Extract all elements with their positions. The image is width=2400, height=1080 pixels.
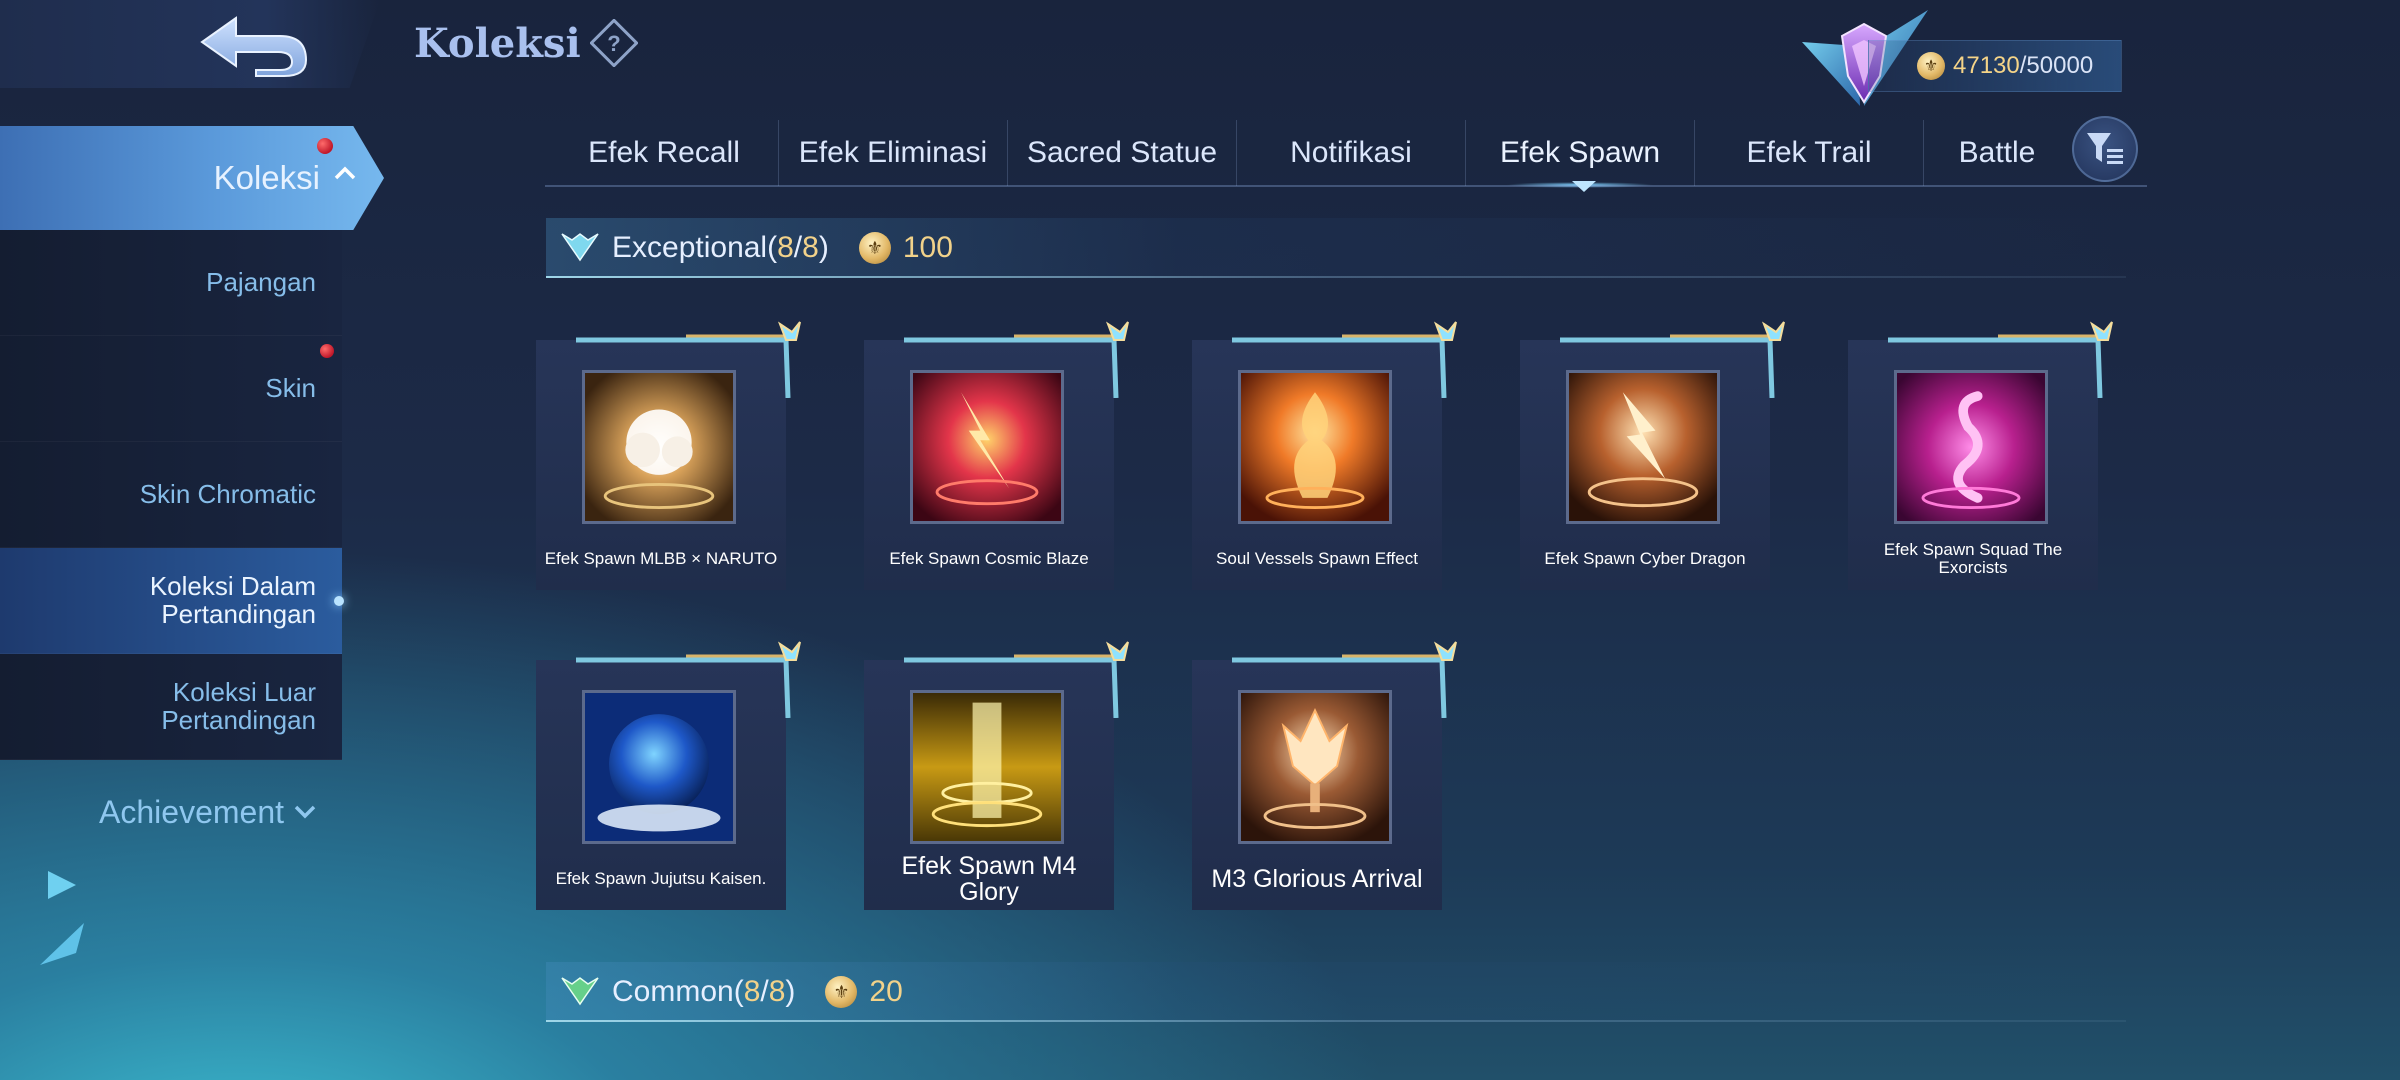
section-count-owned: 8 bbox=[777, 231, 794, 264]
page-title: Koleksi bbox=[414, 20, 581, 67]
spawn-effect-card[interactable]: Efek Spawn M4 Glory bbox=[864, 641, 1129, 910]
decorative-triangles bbox=[40, 871, 84, 965]
notification-dot bbox=[320, 344, 334, 358]
sidebar-item-label: Koleksi Luar Pertandingan bbox=[161, 677, 316, 735]
section-count-open: ( bbox=[733, 975, 744, 1008]
item-thumbnail bbox=[1894, 370, 2048, 524]
item-thumbnail bbox=[582, 690, 736, 844]
item-thumbnail bbox=[582, 370, 736, 524]
tab-battle[interactable]: Battle bbox=[1924, 120, 2070, 186]
collection-points-display: ⚜ 47130/50000 bbox=[1868, 40, 2122, 92]
section-count-sep: / bbox=[793, 231, 803, 264]
item-label: Efek Spawn Cyber Dragon bbox=[1544, 549, 1746, 569]
sidebar-item-pajangan[interactable]: Pajangan bbox=[0, 230, 342, 336]
sidebar-item-label: Skin Chromatic bbox=[139, 478, 316, 509]
points-current: 47130 bbox=[1953, 52, 2020, 79]
filter-icon bbox=[2087, 133, 2123, 164]
item-label: Efek Spawn Cosmic Blaze bbox=[889, 549, 1089, 569]
item-thumbnail bbox=[1238, 370, 1392, 524]
spawn-effect-card[interactable]: Efek Spawn Jujutsu Kaisen. bbox=[536, 641, 801, 910]
notification-dot bbox=[317, 138, 333, 154]
category-tabs: Efek Recall Efek Eliminasi Sacred Statue… bbox=[550, 120, 2150, 188]
exceptional-tier-icon bbox=[561, 233, 599, 262]
sidebar-item-koleksi[interactable]: Koleksi bbox=[0, 126, 384, 230]
section-count-total: 8 bbox=[768, 975, 786, 1008]
sidebar-item-achievement[interactable]: Achievement bbox=[0, 760, 342, 864]
item-label: M3 Glorious Arrival bbox=[1211, 864, 1423, 893]
filter-button[interactable] bbox=[2072, 116, 2138, 182]
section-title: Common bbox=[612, 975, 734, 1008]
item-label: Soul Vessels Spawn Effect bbox=[1216, 549, 1418, 569]
sidebar: Koleksi Pajangan Skin Skin Chromatic Kol… bbox=[0, 126, 384, 864]
sidebar-item-label: Koleksi Dalam Pertandingan bbox=[149, 571, 316, 629]
tab-sacred-statue[interactable]: Sacred Statue bbox=[1008, 120, 1237, 186]
back-arrow-icon[interactable] bbox=[196, 12, 312, 78]
sidebar-item-label: Skin bbox=[265, 372, 316, 403]
spawn-effect-card[interactable]: Efek Spawn Cosmic Blaze bbox=[864, 321, 1129, 590]
chevron-up-icon bbox=[334, 166, 356, 180]
spawn-effect-card[interactable]: M3 Glorious Arrival bbox=[1192, 641, 1457, 910]
sidebar-active-label: Koleksi bbox=[213, 159, 320, 196]
spawn-effect-card[interactable]: Efek Spawn Squad The Exorcists bbox=[1848, 321, 2113, 590]
tab-efek-recall[interactable]: Efek Recall bbox=[550, 120, 779, 186]
section-count-sep: / bbox=[760, 975, 769, 1008]
item-thumbnail bbox=[910, 690, 1064, 844]
section-count-owned: 8 bbox=[743, 975, 761, 1008]
item-thumbnail bbox=[1566, 370, 1720, 524]
tabs-divider bbox=[545, 185, 2147, 187]
spawn-effect-card[interactable]: Efek Spawn MLBB × NARUTO bbox=[536, 321, 801, 590]
section-points: 20 bbox=[869, 975, 903, 1008]
collection-coin-icon: ⚜ bbox=[1917, 52, 1945, 80]
points-max: 50000 bbox=[2026, 52, 2094, 79]
section-points: 100 bbox=[902, 231, 953, 264]
item-label: Efek Spawn Jujutsu Kaisen. bbox=[555, 869, 767, 889]
sidebar-item-label: Pajangan bbox=[206, 266, 316, 297]
sidebar-item-skin[interactable]: Skin bbox=[0, 336, 342, 442]
section-count-open: ( bbox=[767, 231, 778, 264]
collection-coin-icon: ⚜ bbox=[825, 976, 858, 1008]
section-count-total: 8 bbox=[802, 231, 819, 264]
sidebar-item-koleksi-dalam-pertandingan[interactable]: Koleksi Dalam Pertandingan bbox=[0, 548, 344, 654]
tab-notifikasi[interactable]: Notifikasi bbox=[1237, 120, 1466, 186]
section-header-common: Common(8/8) ⚜ 20 bbox=[546, 962, 2126, 1022]
spawn-effect-card[interactable]: Soul Vessels Spawn Effect bbox=[1192, 321, 1457, 590]
tab-efek-eliminasi[interactable]: Efek Eliminasi bbox=[779, 120, 1008, 186]
item-label: Efek Spawn M4 Glory bbox=[901, 851, 1077, 906]
sidebar-item-koleksi-luar-pertandingan[interactable]: Koleksi Luar Pertandingan bbox=[0, 654, 342, 760]
sidebar-item-skin-chromatic[interactable]: Skin Chromatic bbox=[0, 442, 342, 548]
section-count-close: ) bbox=[785, 975, 796, 1008]
svg-text:?: ? bbox=[607, 31, 620, 56]
help-icon[interactable]: ? bbox=[590, 19, 638, 67]
item-thumbnail bbox=[910, 370, 1064, 524]
section-header-exceptional: Exceptional(8/8) ⚜ 100 bbox=[546, 218, 2126, 278]
sidebar-achievement-label: Achievement bbox=[99, 793, 284, 830]
active-tab-indicator-icon bbox=[1572, 181, 1596, 192]
item-label: Efek Spawn Squad The Exorcists bbox=[1883, 540, 2063, 577]
common-tier-icon bbox=[561, 977, 599, 1006]
collection-coin-icon: ⚜ bbox=[858, 232, 891, 264]
spawn-effect-card[interactable]: Efek Spawn Cyber Dragon bbox=[1520, 321, 1785, 590]
chevron-down-icon bbox=[294, 805, 316, 819]
tab-efek-trail[interactable]: Efek Trail bbox=[1695, 120, 1924, 186]
tab-efek-spawn[interactable]: Efek Spawn bbox=[1466, 120, 1695, 188]
back-button-area bbox=[0, 0, 380, 88]
section-title: Exceptional bbox=[612, 231, 768, 264]
item-thumbnail bbox=[1238, 690, 1392, 844]
item-label: Efek Spawn MLBB × NARUTO bbox=[544, 549, 778, 569]
section-count-close: ) bbox=[818, 231, 829, 264]
